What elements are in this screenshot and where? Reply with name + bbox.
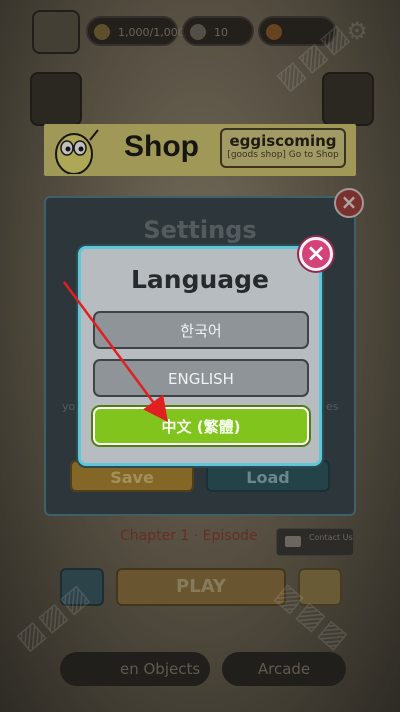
red-arrow-annotation <box>62 281 168 423</box>
